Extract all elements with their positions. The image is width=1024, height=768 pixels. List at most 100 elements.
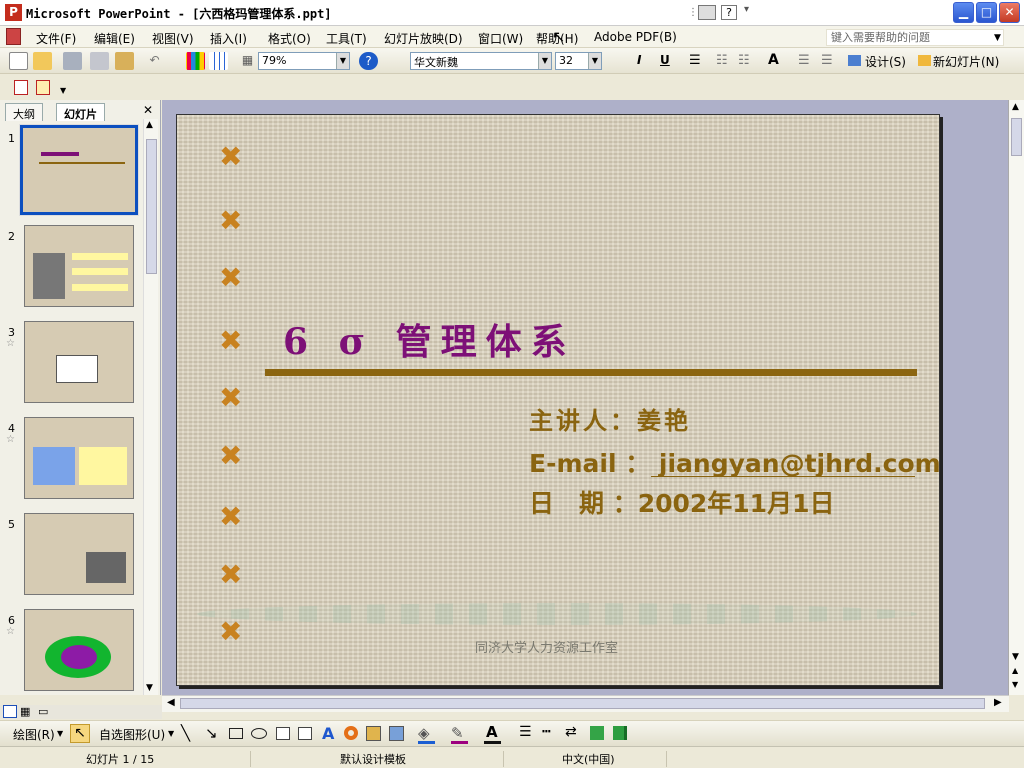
footer-text[interactable]: 同济大学人力资源工作室	[475, 637, 618, 656]
menu-edit[interactable]: 编辑(E)	[94, 30, 135, 47]
font-color-swatch[interactable]	[484, 741, 501, 744]
menu-file[interactable]: 文件(F)	[36, 30, 76, 47]
textbox-icon[interactable]	[276, 727, 290, 740]
bullet-list-icon[interactable]: ☷	[738, 53, 750, 68]
scroll-up-icon[interactable]: ▲	[1012, 102, 1019, 112]
scroll-down-icon[interactable]: ▼	[1012, 652, 1019, 662]
insert-table-icon[interactable]	[209, 52, 228, 70]
line-icon[interactable]: ╲	[181, 724, 190, 742]
slide-sorter-icon[interactable]: ▦	[20, 705, 30, 718]
menu-slide-show[interactable]: 幻灯片放映(D)	[384, 30, 463, 47]
help-search-input[interactable]: 键入需要帮助的问题	[826, 29, 1004, 46]
line-color-swatch[interactable]	[451, 741, 468, 744]
vertical-textbox-icon[interactable]	[298, 727, 312, 740]
italic-button[interactable]: I	[637, 53, 641, 67]
scrollbar-thumb[interactable]	[180, 698, 985, 709]
diagram-icon[interactable]	[344, 726, 358, 740]
wordart-icon[interactable]: A	[322, 724, 334, 743]
draw-menu[interactable]: 绘图(R)	[13, 726, 55, 743]
cut-icon[interactable]	[90, 52, 109, 70]
slide-thumbnail-1[interactable]	[19, 124, 139, 216]
new-slide-icon[interactable]	[918, 55, 931, 66]
slide-show-icon[interactable]: ▭	[38, 705, 48, 718]
font-size-select[interactable]: 32 ▼	[555, 52, 602, 70]
align-left-icon[interactable]: ☰	[689, 53, 701, 68]
shadow-style-icon[interactable]	[590, 726, 604, 740]
date-text[interactable]: 日 期 ：2002年11月1日	[529, 484, 834, 520]
chevron-down-icon[interactable]: ▼	[538, 53, 551, 69]
arrow-icon[interactable]: ↘	[205, 724, 218, 742]
scrollbar-thumb[interactable]	[146, 139, 157, 274]
menu-window[interactable]: 窗口(W)	[478, 30, 523, 47]
underline-button[interactable]: U	[660, 53, 670, 67]
menu-view[interactable]: 视图(V)	[152, 30, 194, 47]
line-style-icon[interactable]: ☰	[519, 724, 532, 740]
close-button[interactable]: ✕	[999, 2, 1020, 23]
slides-scrollbar[interactable]: ▲ ▼	[143, 119, 158, 695]
dash-style-icon[interactable]: ┅	[542, 724, 550, 740]
chevron-down-icon[interactable]: ▼	[168, 729, 174, 738]
design-icon[interactable]	[848, 55, 861, 66]
slide-thumbnail-6[interactable]	[24, 609, 134, 691]
scrollbar-thumb[interactable]	[1011, 118, 1022, 156]
keyboard-icon[interactable]	[698, 5, 716, 20]
email-text[interactable]: E-mail ： jiangyan@tjhrd.com	[529, 444, 939, 480]
print-icon[interactable]	[63, 52, 82, 70]
tab-slides[interactable]: 幻灯片	[56, 103, 105, 121]
close-pane-icon[interactable]: ✕	[143, 103, 153, 117]
3d-style-icon[interactable]	[613, 726, 627, 740]
autoshapes-menu[interactable]: 自选图形(U)	[99, 726, 165, 743]
normal-view-icon[interactable]	[3, 705, 17, 718]
scroll-left-icon[interactable]: ◀	[167, 697, 175, 708]
scroll-up-icon[interactable]: ▲	[146, 120, 153, 130]
previous-slide-icon[interactable]: ▲	[1012, 666, 1018, 675]
slide-title[interactable]: 6 σ 管理体系	[283, 313, 576, 365]
scroll-right-icon[interactable]: ▶	[994, 697, 1002, 708]
slide-thumbnail-3[interactable]	[24, 321, 134, 403]
paste-icon[interactable]	[115, 52, 134, 70]
horizontal-scrollbar[interactable]: ◀ ▶	[162, 695, 1009, 712]
new-document-icon[interactable]	[9, 52, 28, 70]
design-button[interactable]: 设计(S)	[865, 53, 906, 70]
undo-icon[interactable]: ↶	[145, 52, 164, 70]
line-color-icon[interactable]: ✎	[451, 724, 464, 742]
picture-icon[interactable]	[389, 726, 404, 741]
insert-chart-icon[interactable]	[186, 52, 205, 70]
oval-icon[interactable]	[251, 728, 267, 739]
numbered-list-icon[interactable]: ☷	[716, 53, 728, 68]
document-icon[interactable]	[6, 28, 21, 45]
menu-insert[interactable]: 插入(I)	[210, 30, 247, 47]
title-bar-options-icon[interactable]: ▾	[744, 4, 749, 15]
rectangle-icon[interactable]	[229, 728, 243, 739]
scroll-down-icon[interactable]: ▼	[146, 683, 153, 693]
next-slide-icon[interactable]: ▼	[1012, 680, 1018, 689]
select-pointer-icon[interactable]: ↖	[70, 724, 90, 743]
toolbar-options-icon[interactable]: ▼	[60, 86, 66, 95]
chevron-down-icon[interactable]: ▼	[57, 729, 63, 738]
increase-font-size-icon[interactable]: A	[768, 52, 779, 68]
zoom-select[interactable]: 79% ▼	[258, 52, 350, 70]
grid-icon[interactable]: ▦	[238, 52, 257, 70]
help-icon[interactable]: ?	[721, 5, 737, 20]
new-slide-button[interactable]: 新幻灯片(N)	[933, 53, 999, 70]
chevron-down-icon[interactable]: ▼	[588, 53, 601, 69]
slide-thumbnail-2[interactable]	[24, 225, 134, 307]
presenter-text[interactable]: 主讲人：姜艳	[529, 401, 691, 436]
open-icon[interactable]	[33, 52, 52, 70]
font-name-select[interactable]: 华文新魏 ▼	[410, 52, 552, 70]
menu-tools[interactable]: 工具(T)	[326, 30, 367, 47]
minimize-button[interactable]: ▁	[953, 2, 974, 23]
help-assistant-icon[interactable]: ?	[359, 52, 378, 70]
menu-adobe-pdf[interactable]: Adobe PDF(B)	[594, 30, 677, 44]
convert-to-pdf-icon[interactable]	[14, 80, 28, 95]
menu-format[interactable]: 格式(O)	[268, 30, 311, 47]
slide-vertical-scrollbar[interactable]: ▲ ▼ ▲ ▼	[1008, 100, 1024, 695]
arrow-style-icon[interactable]: ⇄	[565, 724, 577, 740]
pdf-settings-icon[interactable]	[36, 80, 50, 95]
font-color-icon[interactable]: A	[486, 723, 498, 741]
help-search-dropdown-icon[interactable]: ▼	[994, 33, 1001, 43]
fill-color-icon[interactable]: ◈	[418, 724, 430, 742]
fill-color-swatch[interactable]	[418, 741, 435, 744]
tab-outline[interactable]: 大纲	[5, 103, 43, 121]
increase-indent-icon[interactable]: ☰	[821, 53, 833, 68]
